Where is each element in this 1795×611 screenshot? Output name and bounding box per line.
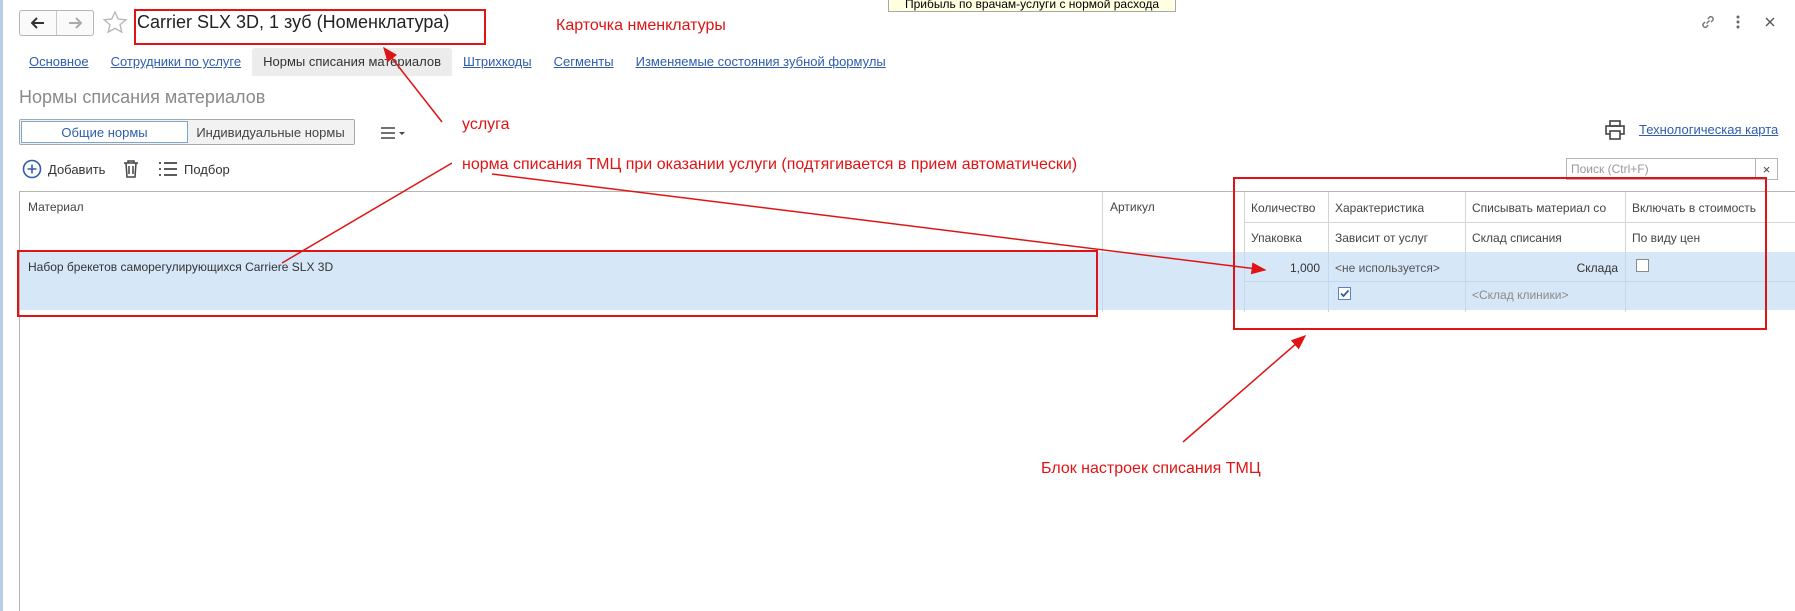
history-nav — [19, 10, 94, 36]
left-edge-strip — [0, 0, 3, 611]
annotation-norm: норма списания ТМЦ при оказании услуги (… — [462, 156, 1078, 173]
row-divider — [1102, 252, 1103, 310]
tab-tooth-states[interactable]: Изменяемые состояния зубной формулы — [625, 48, 897, 76]
tab-bar: Основное Сотрудники по услуге Нормы спис… — [18, 48, 897, 76]
plus-circle-icon — [22, 159, 42, 179]
pick-button-label: Подбор — [184, 161, 230, 177]
trash-icon — [124, 160, 138, 178]
list-icon — [159, 162, 177, 176]
pick-button[interactable]: Подбор — [158, 158, 230, 180]
title-highlight-box — [134, 9, 486, 45]
close-icon — [1765, 17, 1775, 27]
arrow-right-icon — [69, 17, 82, 29]
arrow-left-icon — [31, 17, 44, 29]
close-button[interactable] — [1759, 11, 1781, 33]
tooltip: Прибыль по врачам-услуги с нормой расход… — [888, 0, 1176, 12]
link-button[interactable] — [1697, 11, 1719, 33]
tab-employees[interactable]: Сотрудники по услуге — [100, 48, 253, 76]
settings-block-highlight-box — [1233, 177, 1767, 330]
service-row-highlight-box — [17, 250, 1098, 317]
forward-button[interactable] — [56, 11, 93, 35]
tab-segments[interactable]: Сегменты — [543, 48, 625, 76]
section-title: Нормы списания материалов — [19, 87, 266, 107]
print-icon[interactable] — [1604, 119, 1626, 141]
tab-barcodes[interactable]: Штрихкоды — [452, 48, 543, 76]
tab-material-norms[interactable]: Нормы списания материалов — [252, 48, 452, 76]
more-menu-button[interactable] — [1727, 11, 1749, 33]
header-article[interactable]: Артикул — [1110, 200, 1155, 214]
menu-lines-icon — [381, 127, 405, 139]
delete-button[interactable] — [122, 158, 140, 180]
annotation-card: Карточка нменклатуры — [556, 17, 726, 34]
link-icon — [1702, 16, 1714, 28]
tab-main[interactable]: Основное — [18, 48, 100, 76]
individual-norms-option[interactable]: Индивидуальные нормы — [188, 121, 353, 143]
header-material[interactable]: Материал — [28, 200, 84, 214]
general-norms-option[interactable]: Общие нормы — [21, 121, 188, 143]
annotation-block: Блок настроек списания ТМЦ — [1041, 460, 1261, 477]
annotation-service: услуга — [462, 116, 510, 133]
tech-card-link[interactable]: Технологическая карта — [1639, 122, 1778, 137]
list-menu-button[interactable] — [380, 124, 410, 142]
add-button[interactable]: Добавить — [22, 158, 105, 180]
more-vertical-icon — [1736, 15, 1740, 29]
back-button[interactable] — [20, 11, 56, 35]
add-button-label: Добавить — [48, 161, 106, 177]
norms-mode-switch: Общие нормы Индивидуальные нормы — [19, 119, 355, 145]
favorite-star-icon[interactable] — [102, 10, 128, 36]
